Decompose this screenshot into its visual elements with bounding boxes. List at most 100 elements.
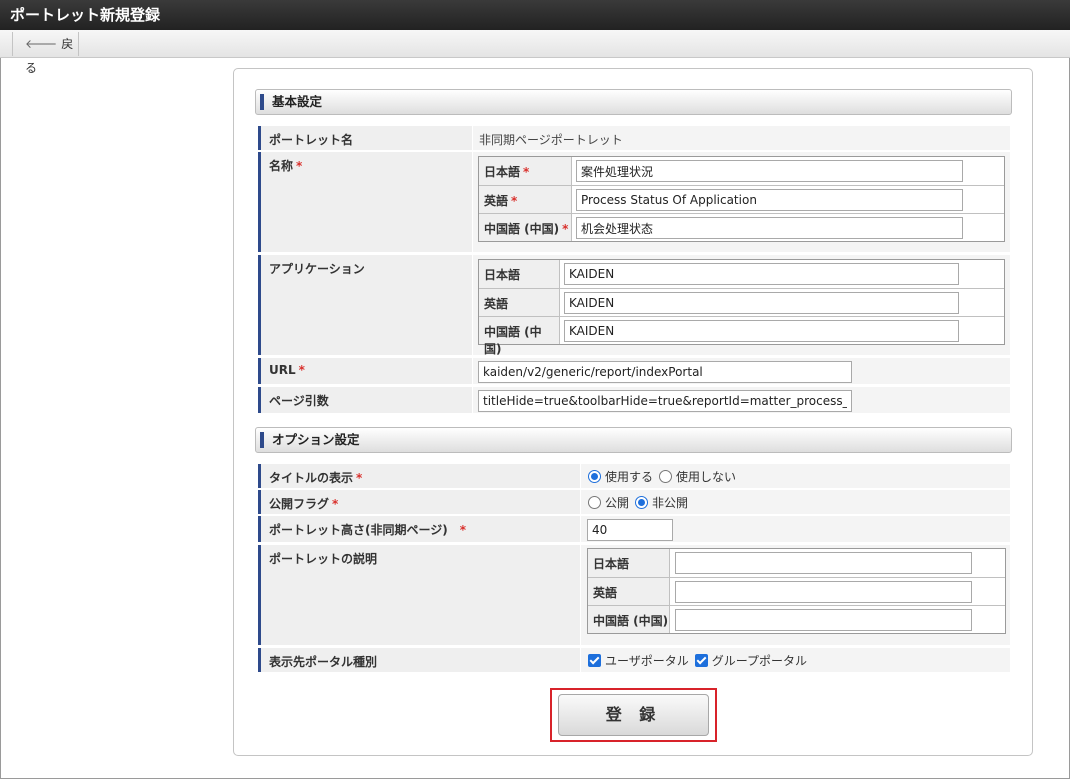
radio-unselected-icon (659, 470, 673, 483)
portlet-name-label-text: ポートレット名 (269, 133, 354, 147)
basic-settings-heading: 基本設定 (255, 89, 1012, 115)
name-ja-label-text: 日本語 (484, 165, 521, 179)
description-zh-row: 中国語 (中国) (588, 605, 1005, 633)
left-arrow-icon: 🡐 (25, 37, 58, 51)
application-value-cell: 日本語 英語 中国語 (中国) (473, 255, 1010, 356)
application-row: アプリケーション 日本語 英語 中国語 (中国) (258, 255, 1010, 356)
page-args-row: ページ引数 (258, 387, 1010, 413)
title-display-nouse-radio[interactable]: 使用しない (659, 468, 736, 485)
name-en-label-text: 英語 (484, 194, 509, 208)
portal-type-row: 表示先ポータル種別 ユーザポータル グループポータル (258, 648, 1010, 672)
title-display-row: タイトルの表示 * 使用する 使用しない (258, 464, 1010, 488)
description-value-cell: 日本語 英語 中国語 (中国) (581, 545, 1010, 645)
description-locale-table: 日本語 英語 中国語 (中国) (587, 548, 1006, 634)
description-en-label: 英語 (588, 578, 670, 605)
public-flag-row: 公開フラグ * 公開 非公開 (258, 490, 1010, 514)
portlet-height-label: ポートレット高さ(非同期ページ) * (258, 516, 580, 542)
required-mark: * (298, 363, 305, 377)
application-zh-label: 中国語 (中国) (479, 317, 560, 356)
option-settings-heading: オプション設定 (255, 427, 1012, 453)
register-button[interactable]: 登 録 (558, 694, 709, 736)
application-en-label: 英語 (479, 289, 560, 316)
title-display-nouse-label: 使用しない (676, 470, 737, 484)
name-ja-row: 日本語 * (479, 157, 1004, 185)
public-flag-label-text: 公開フラグ (269, 497, 330, 511)
radio-selected-icon (635, 496, 649, 509)
required-mark: * (356, 471, 363, 485)
public-flag-private-radio[interactable]: 非公開 (635, 494, 688, 511)
name-zh-row: 中国語 (中国) * (479, 213, 1004, 241)
name-en-label: 英語 * (479, 186, 572, 213)
page-args-label: ページ引数 (258, 387, 472, 413)
portlet-height-label-text: ポートレット高さ(非同期ページ) (269, 523, 448, 537)
name-zh-input[interactable] (576, 217, 963, 239)
group-portal-checkbox[interactable]: グループポータル (694, 652, 807, 669)
radio-unselected-icon (588, 496, 601, 509)
description-zh-label: 中国語 (中国) (588, 606, 670, 633)
description-en-row: 英語 (588, 577, 1005, 605)
url-label: URL * (258, 358, 472, 384)
page-args-value-cell (473, 387, 1010, 413)
description-ja-row: 日本語 (588, 549, 1005, 577)
public-flag-public-label: 公開 (605, 496, 630, 510)
portlet-name-value: 非同期ページポートレット (479, 133, 623, 147)
url-row: URL * (258, 358, 1010, 384)
application-label: アプリケーション (258, 255, 472, 355)
description-zh-input[interactable] (675, 609, 972, 631)
public-flag-private-label: 非公開 (652, 496, 689, 510)
back-button[interactable]: 🡐 戻る (12, 32, 79, 75)
url-value-cell (473, 358, 1010, 384)
title-display-use-label: 使用する (605, 470, 654, 484)
portal-type-options: ユーザポータル グループポータル (588, 652, 813, 669)
description-label: ポートレットの説明 (258, 545, 580, 645)
required-mark: * (523, 165, 530, 179)
portlet-name-value-cell: 非同期ページポートレット (473, 126, 1010, 150)
application-ja-label: 日本語 (479, 260, 560, 288)
url-input[interactable] (478, 361, 852, 383)
page-args-input[interactable] (478, 390, 852, 412)
toolbar: 🡐 戻る (0, 30, 1070, 75)
name-en-row: 英語 * (479, 185, 1004, 213)
name-row: 名称* 日本語* 英語* 中国語 (中国)* (258, 152, 1010, 252)
checkbox-checked-icon (694, 654, 708, 667)
description-ja-input[interactable] (675, 552, 972, 574)
required-mark: * (511, 194, 518, 208)
name-en-input[interactable] (576, 189, 963, 211)
required-mark: * (332, 497, 339, 511)
checkbox-checked-icon (588, 654, 601, 667)
name-zh-label: 中国語 (中国) * (479, 214, 572, 241)
public-flag-options: 公開 非公開 (588, 494, 694, 511)
application-en-row: 英語 (479, 288, 1004, 316)
portlet-height-row: ポートレット高さ(非同期ページ) * (258, 516, 1010, 542)
application-locale-table: 日本語 英語 中国語 (中国) (478, 259, 1005, 356)
description-label-text: ポートレットの説明 (269, 552, 378, 566)
window-title: ポートレット新規登録 (0, 0, 1070, 30)
title-display-use-radio[interactable]: 使用する (588, 468, 653, 485)
name-zh-label-text: 中国語 (中国) (484, 222, 560, 236)
portlet-height-input[interactable] (587, 519, 673, 541)
application-ja-row: 日本語 (479, 260, 1004, 288)
name-label-text: 名称 (269, 159, 294, 173)
application-zh-input[interactable] (564, 320, 959, 342)
public-flag-public-radio[interactable]: 公開 (588, 494, 629, 511)
portal-type-label-text: 表示先ポータル種別 (269, 655, 378, 669)
application-label-text: アプリケーション (269, 262, 365, 276)
application-zh-row: 中国語 (中国) (479, 316, 1004, 356)
description-ja-label: 日本語 (588, 549, 670, 577)
title-display-label: タイトルの表示 * (258, 464, 580, 488)
url-label-text: URL (269, 363, 296, 377)
user-portal-checkbox[interactable]: ユーザポータル (588, 652, 689, 669)
title-display-label-text: タイトルの表示 (269, 471, 354, 485)
portlet-name-label: ポートレット名 (258, 126, 472, 150)
application-en-input[interactable] (564, 292, 959, 314)
name-locale-table: 日本語* 英語* 中国語 (中国)* (478, 156, 1005, 242)
radio-selected-icon (588, 470, 601, 483)
name-ja-input[interactable] (576, 160, 963, 182)
name-value-cell: 日本語* 英語* 中国語 (中国)* (473, 152, 1010, 252)
description-en-input[interactable] (675, 581, 972, 603)
portlet-height-value-cell (581, 516, 1010, 542)
required-mark: * (459, 523, 467, 537)
description-row: ポートレットの説明 日本語 英語 中国語 (中国) (258, 545, 1010, 645)
name-ja-label: 日本語 * (479, 157, 572, 185)
application-ja-input[interactable] (564, 263, 959, 285)
